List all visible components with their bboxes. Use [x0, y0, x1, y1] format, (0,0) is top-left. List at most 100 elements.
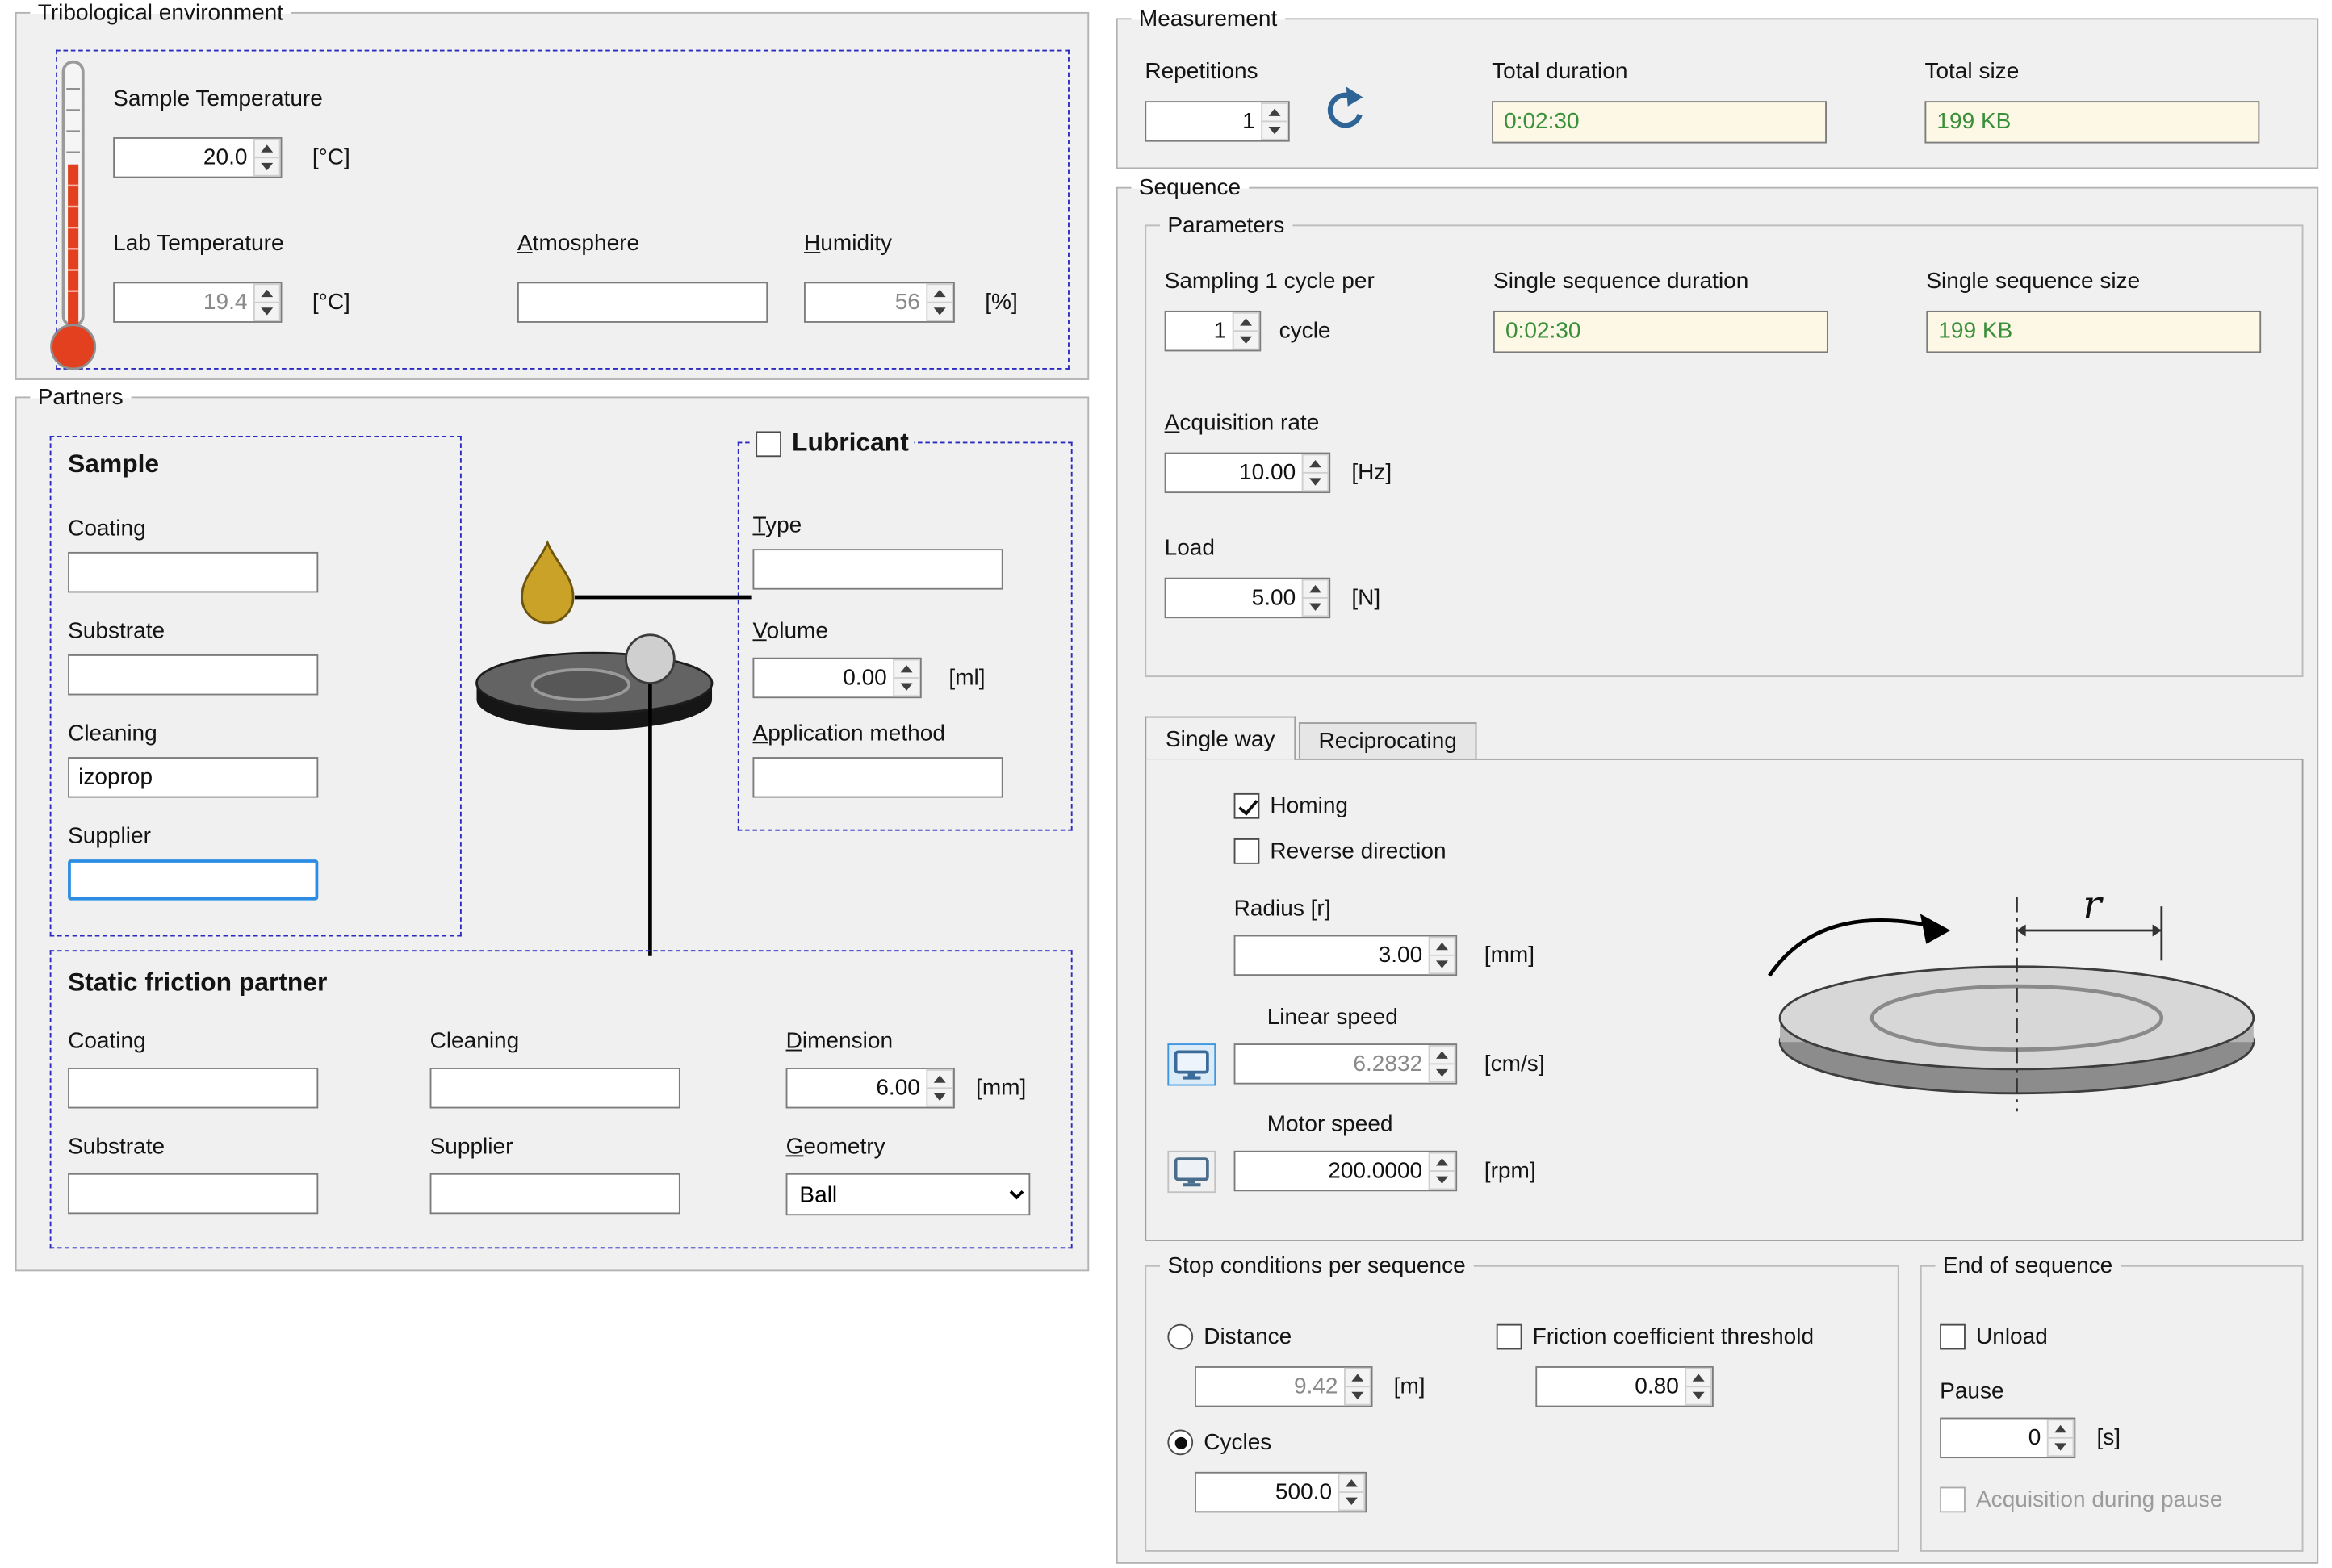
homing-checkbox[interactable] — [1234, 793, 1260, 819]
spin-down-button[interactable] — [1338, 1491, 1366, 1511]
linear-speed-display-button[interactable] — [1167, 1043, 1216, 1085]
spin-down-button[interactable] — [926, 1087, 953, 1106]
static-supplier-input[interactable] — [430, 1173, 680, 1214]
homing-label[interactable]: Homing — [1270, 793, 1348, 819]
friction-threshold-checkbox[interactable] — [1497, 1324, 1522, 1350]
reverse-direction-label[interactable]: Reverse direction — [1270, 838, 1446, 864]
geometry-select[interactable]: Ball — [786, 1173, 1031, 1215]
up-arrow-icon — [1309, 585, 1321, 592]
sample-supplier-input[interactable] — [68, 859, 318, 900]
homing-checkbox-row[interactable]: Homing — [1234, 793, 1348, 819]
reverse-direction-checkbox-row[interactable]: Reverse direction — [1234, 838, 1447, 864]
radius-input[interactable] — [1235, 936, 1428, 974]
spin-up-button[interactable] — [1429, 1045, 1456, 1063]
humidity-input[interactable] — [806, 283, 926, 321]
spin-down-button[interactable] — [1429, 955, 1456, 974]
friction-threshold-input[interactable] — [1537, 1368, 1685, 1406]
spin-down-button[interactable] — [1344, 1386, 1371, 1405]
motor-speed-display-button[interactable] — [1167, 1151, 1216, 1193]
friction-threshold-checkbox-row[interactable]: Friction coefficient threshold — [1497, 1324, 1814, 1350]
spin-up-button[interactable] — [926, 1069, 953, 1087]
up-arrow-icon — [1436, 1051, 1448, 1058]
spin-up-button[interactable] — [926, 283, 953, 301]
distance-radio-row[interactable]: Distance — [1167, 1324, 1292, 1350]
atmosphere-input[interactable] — [517, 282, 768, 322]
single-duration-label: Single sequence duration — [1493, 269, 1748, 295]
repetitions-input[interactable] — [1146, 102, 1261, 140]
distance-input[interactable] — [1196, 1368, 1344, 1406]
static-substrate-input[interactable] — [68, 1173, 318, 1214]
dimension-input[interactable] — [787, 1069, 926, 1107]
single-duration-value: 0:02:30 — [1493, 311, 1828, 353]
lubricant-volume-input[interactable] — [754, 659, 893, 697]
static-coating-input[interactable] — [68, 1068, 318, 1108]
sampling-input[interactable] — [1166, 312, 1232, 350]
acquisition-during-pause-checkbox-row[interactable]: Acquisition during pause — [1940, 1487, 2222, 1513]
static-cleaning-input[interactable] — [430, 1068, 680, 1108]
spin-down-button[interactable] — [1302, 472, 1329, 491]
sample-temperature-label: Sample Temperature — [113, 86, 323, 112]
spin-up-button[interactable] — [1429, 936, 1456, 954]
refresh-icon[interactable] — [1323, 86, 1368, 138]
sample-temperature-input[interactable] — [115, 139, 253, 177]
down-arrow-icon — [1309, 478, 1321, 485]
spin-down-button[interactable] — [2047, 1437, 2075, 1457]
sample-cleaning-input[interactable] — [68, 757, 318, 797]
distance-label[interactable]: Distance — [1204, 1324, 1292, 1350]
linear-speed-input[interactable] — [1235, 1045, 1428, 1083]
spin-down-button[interactable] — [1429, 1170, 1456, 1190]
motor-speed-input[interactable] — [1235, 1152, 1428, 1190]
spin-up-button[interactable] — [1429, 1152, 1456, 1170]
tab-reciprocating-label: Reciprocating — [1318, 729, 1456, 755]
spin-down-button[interactable] — [1429, 1063, 1456, 1082]
reverse-direction-checkbox[interactable] — [1234, 838, 1260, 864]
spin-down-button[interactable] — [253, 302, 281, 321]
acquisition-rate-input[interactable] — [1166, 454, 1301, 491]
spin-down-button[interactable] — [253, 157, 281, 176]
spin-down-button[interactable] — [893, 677, 920, 696]
spin-up-button[interactable] — [893, 659, 920, 677]
application-method-input[interactable] — [752, 757, 1003, 797]
cycles-radio[interactable] — [1167, 1430, 1193, 1456]
spin-up-button[interactable] — [1233, 312, 1260, 330]
spin-up-button[interactable] — [1302, 579, 1329, 597]
motor-speed-label: Motor speed — [1267, 1111, 1393, 1137]
friction-threshold-label[interactable]: Friction coefficient threshold — [1533, 1324, 1814, 1350]
cycles-input[interactable] — [1196, 1474, 1338, 1512]
spin-down-button[interactable] — [1685, 1386, 1712, 1405]
lab-temperature-label: Lab Temperature — [113, 231, 283, 257]
spin-buttons — [1429, 936, 1456, 974]
lubricant-section-title[interactable]: Lubricant — [792, 429, 909, 458]
cycles-label[interactable]: Cycles — [1204, 1430, 1271, 1456]
unload-checkbox[interactable] — [1940, 1324, 1966, 1350]
tab-single-way[interactable]: Single way — [1145, 717, 1296, 760]
sample-coating-input[interactable] — [68, 552, 318, 592]
spin-up-button[interactable] — [1261, 102, 1288, 120]
lubricant-checkbox[interactable] — [756, 431, 781, 457]
cycles-radio-row[interactable]: Cycles — [1167, 1430, 1271, 1456]
load-input[interactable] — [1166, 579, 1301, 617]
sample-substrate-input[interactable] — [68, 654, 318, 695]
spin-down-button[interactable] — [1233, 330, 1260, 349]
spin-down-button[interactable] — [1261, 120, 1288, 140]
acquisition-during-pause-checkbox[interactable] — [1940, 1487, 1966, 1513]
spin-down-button[interactable] — [1302, 597, 1329, 617]
lubricant-type-input[interactable] — [752, 549, 1003, 589]
distance-radio[interactable] — [1167, 1324, 1193, 1350]
spin-up-button[interactable] — [2047, 1419, 2075, 1436]
spin-up-button[interactable] — [253, 139, 281, 157]
spin-up-button[interactable] — [1302, 454, 1329, 471]
spin-up-button[interactable] — [1338, 1474, 1366, 1491]
tab-reciprocating[interactable]: Reciprocating — [1299, 722, 1477, 759]
lab-temperature-input[interactable] — [115, 283, 253, 321]
unload-checkbox-row[interactable]: Unload — [1940, 1324, 2048, 1350]
spin-up-button[interactable] — [1344, 1368, 1371, 1386]
unload-label[interactable]: Unload — [1976, 1324, 2048, 1350]
spin-up-button[interactable] — [1685, 1368, 1712, 1386]
pause-unit: [s] — [2096, 1425, 2121, 1451]
spin-up-button[interactable] — [253, 283, 281, 301]
pause-input[interactable] — [1941, 1419, 2047, 1457]
spin-down-button[interactable] — [926, 302, 953, 321]
spin-buttons — [1685, 1368, 1712, 1406]
lubricant-checkbox-row[interactable]: Lubricant — [750, 429, 915, 458]
